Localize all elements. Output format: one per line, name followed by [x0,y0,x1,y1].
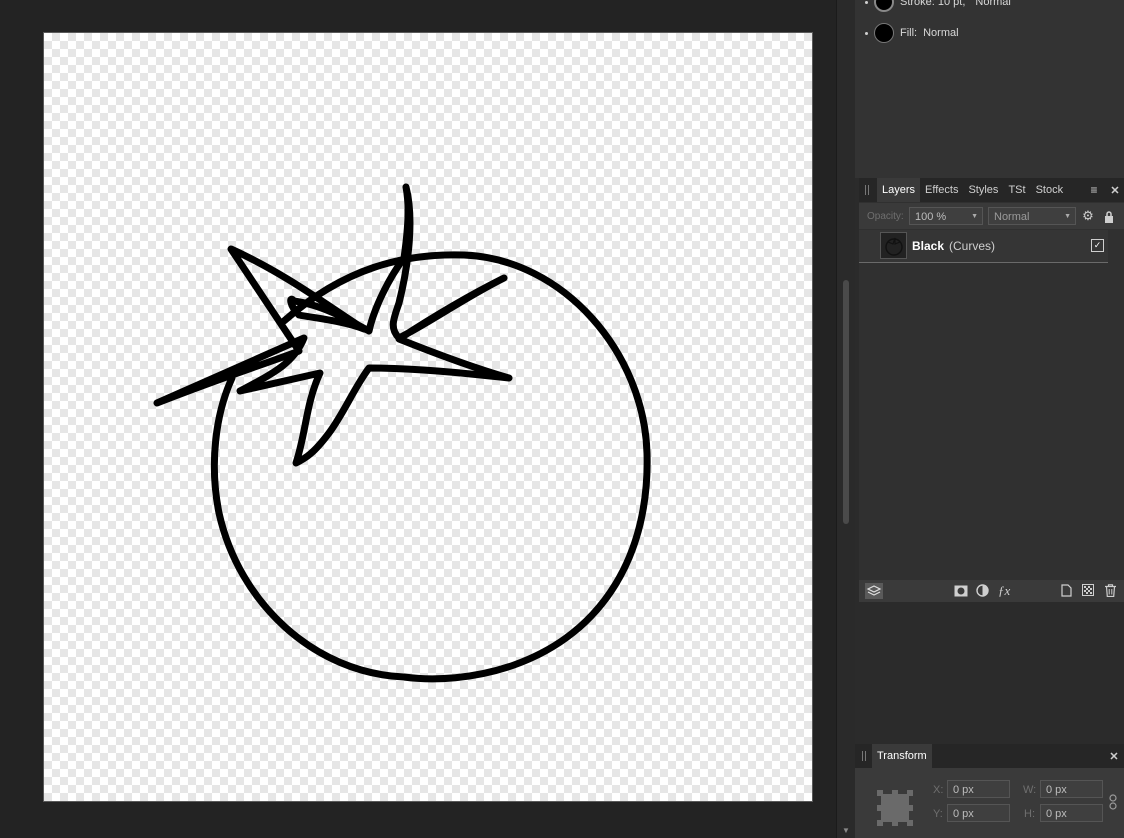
w-value: 0 px [1046,784,1067,796]
y-label: Y: [933,808,943,820]
tab-stock[interactable]: Stock [1031,178,1069,202]
tomato-stem-curve [153,183,513,467]
tab-styles[interactable]: Styles [963,178,1003,202]
bullet-icon [865,0,868,4]
x-field[interactable]: 0 px [947,780,1010,798]
right-panels: Stroke: 10 pt, Normal Fill: Normal Layer… [855,0,1124,838]
layer-type: (Curves) [949,239,996,253]
adjustment-icon[interactable] [976,584,989,597]
stroke-swatch[interactable] [874,0,894,12]
fill-label: Fill: [900,27,918,39]
fill-swatch[interactable] [874,23,894,43]
fill-mode: Normal [923,27,959,39]
pixel-layer-icon[interactable] [1082,584,1094,596]
panel-grip-icon[interactable] [865,185,869,195]
layers-options-bar: Opacity: 100 % ▼ Normal ▼ ⚙ [859,203,1124,229]
panel-grip-icon[interactable] [862,751,866,761]
transform-tab-bar: Transform ✕ [855,744,1124,768]
layer-row[interactable]: Black (Curves) ✓ [859,230,1108,263]
y-value: 0 px [953,808,974,820]
w-label: W: [1023,784,1037,796]
menu-icon[interactable]: ≡ [1087,183,1101,197]
dropdown-caret-icon: ▼ [971,213,978,220]
fx-icon[interactable]: ƒx [998,583,1010,599]
mask-icon[interactable] [954,585,968,597]
dropdown-caret-icon: ▼ [1064,213,1071,220]
stroke-label: Stroke: [900,0,935,8]
trash-icon[interactable] [1105,584,1116,597]
appearance-panel: Stroke: 10 pt, Normal Fill: Normal [855,0,1124,178]
close-icon[interactable]: ✕ [1108,183,1122,197]
tab-tst[interactable]: TSt [1003,178,1030,202]
tomato-thumbnail-icon [885,237,903,256]
bullet-icon [865,31,868,35]
blend-mode-select[interactable]: Normal ▼ [988,207,1076,225]
new-layer-icon[interactable] [1061,584,1072,597]
h-field[interactable]: 0 px [1040,804,1103,822]
tab-transform[interactable]: Transform [872,744,932,768]
vertical-scrollbar[interactable]: ▼ [836,0,855,838]
transform-panel: Transform ✕ X: 0 px Y: 0 px W: 0 px H: 0… [855,744,1124,838]
h-value: 0 px [1046,808,1067,820]
visibility-checkbox[interactable]: ✓ [1091,239,1104,252]
layers-stack-icon[interactable] [865,583,883,599]
lock-icon[interactable] [1104,211,1114,223]
layers-tab-bar: Layers Effects Styles TSt Stock ≡ ✕ [859,178,1124,202]
document-canvas[interactable] [43,32,813,802]
opacity-field[interactable]: 100 % ▼ [909,207,983,225]
layer-name: Black [912,239,945,253]
close-icon[interactable]: ✕ [1107,749,1121,763]
stroke-mode: Normal [975,0,1011,8]
x-value: 0 px [953,784,974,796]
scrollbar-thumb[interactable] [843,280,849,524]
layers-bottom-toolbar: ƒx [859,580,1124,602]
tab-effects[interactable]: Effects [920,178,963,202]
anchor-point-icon[interactable] [877,790,913,826]
stroke-value: 10 pt, [937,0,966,8]
scroll-down-icon[interactable]: ▼ [842,826,850,836]
opacity-value: 100 % [915,211,947,223]
tab-layers[interactable]: Layers [877,178,921,202]
gear-icon[interactable]: ⚙ [1081,208,1095,223]
layers-panel: Layers Effects Styles TSt Stock ≡ ✕ Opac… [859,178,1124,602]
workspace[interactable] [0,0,836,838]
y-field[interactable]: 0 px [947,804,1010,822]
link-icon[interactable] [1109,794,1117,810]
layer-thumbnail [880,232,907,259]
h-label: H: [1024,808,1035,820]
tomato-drawing[interactable] [44,33,812,801]
w-field[interactable]: 0 px [1040,780,1103,798]
fill-row[interactable]: Fill: Normal [865,22,959,44]
blend-mode-value: Normal [994,211,1030,223]
stroke-row[interactable]: Stroke: 10 pt, Normal [865,0,1011,12]
panel-gap [855,602,1124,744]
x-label: X: [933,784,944,796]
opacity-label: Opacity: [867,211,904,222]
transform-body: X: 0 px Y: 0 px W: 0 px H: 0 px [855,768,1124,838]
